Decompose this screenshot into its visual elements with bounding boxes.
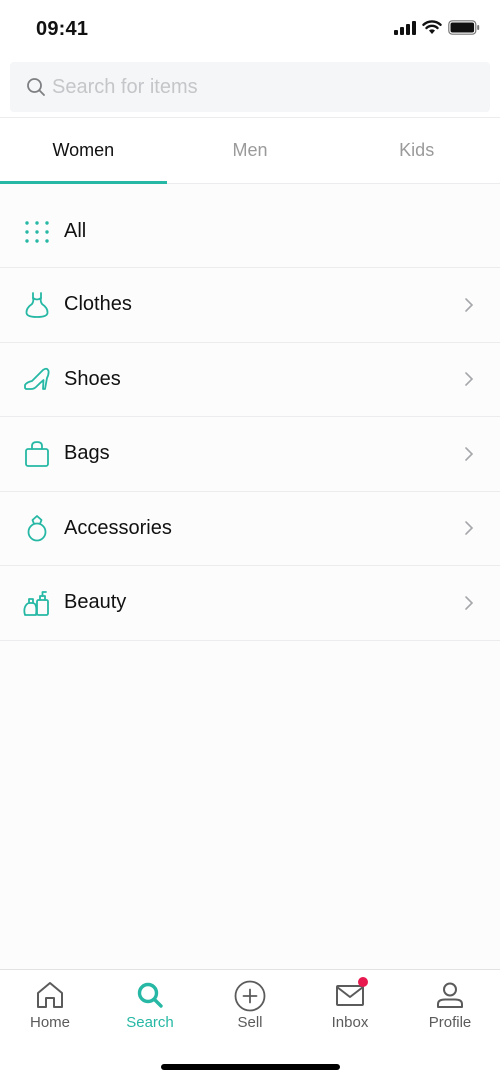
- category-all[interactable]: All: [0, 196, 500, 268]
- nav-profile[interactable]: Profile: [400, 970, 500, 1042]
- category-shoes[interactable]: Shoes: [0, 342, 500, 417]
- status-bar: 09:41: [0, 0, 500, 58]
- category-label: Shoes: [64, 367, 121, 390]
- nav-label: Sell: [237, 1014, 263, 1031]
- category-list: All Clothes Shoes Bags Accessories Beaut…: [0, 196, 500, 641]
- category-label: Bags: [64, 442, 110, 465]
- plus-circle-icon: [234, 980, 266, 1012]
- notification-badge: [358, 977, 368, 987]
- nav-home[interactable]: Home: [0, 970, 100, 1042]
- grid-dots-icon: [22, 217, 52, 247]
- category-label: All: [64, 220, 87, 242]
- battery-icon: [448, 20, 480, 35]
- perfume-icon: [22, 588, 52, 618]
- category-label: Clothes: [64, 293, 132, 316]
- tab-men[interactable]: Men: [167, 118, 334, 183]
- nav-sell[interactable]: Sell: [200, 970, 300, 1042]
- ring-icon: [22, 513, 52, 543]
- category-label: Beauty: [64, 591, 127, 614]
- chevron-right-icon: [465, 595, 474, 610]
- home-indicator: [161, 1064, 340, 1070]
- tab-women[interactable]: Women: [0, 118, 167, 184]
- user-icon: [437, 982, 463, 1008]
- bottom-nav: Home Search Sell Inbox Profile: [0, 969, 500, 1080]
- search-bar: [0, 58, 500, 118]
- category-bags[interactable]: Bags: [0, 417, 500, 492]
- gender-tabs: Women Men Kids: [0, 118, 500, 184]
- chevron-right-icon: [465, 521, 474, 536]
- category-clothes[interactable]: Clothes: [0, 268, 500, 343]
- search-input[interactable]: [52, 75, 452, 99]
- nav-inbox[interactable]: Inbox: [300, 970, 400, 1042]
- nav-label: Inbox: [331, 1014, 369, 1031]
- category-label: Accessories: [64, 516, 172, 539]
- nav-label: Search: [126, 1014, 174, 1031]
- chevron-right-icon: [465, 297, 474, 312]
- chevron-right-icon: [465, 446, 474, 461]
- chevron-right-icon: [465, 372, 474, 387]
- category-accessories[interactable]: Accessories: [0, 491, 500, 566]
- status-icons: [394, 20, 480, 35]
- category-beauty[interactable]: Beauty: [0, 566, 500, 641]
- bag-icon: [22, 439, 52, 469]
- tab-kids[interactable]: Kids: [333, 118, 500, 183]
- search-icon: [27, 78, 45, 96]
- dress-icon: [22, 290, 52, 320]
- search-box[interactable]: [10, 62, 490, 112]
- status-time: 09:41: [36, 18, 89, 40]
- nav-label: Home: [29, 1014, 70, 1031]
- wifi-icon: [422, 20, 442, 34]
- signal-icon: [394, 20, 416, 35]
- search-icon: [137, 982, 163, 1008]
- home-icon: [37, 982, 63, 1008]
- high-heel-icon: [22, 364, 52, 394]
- nav-label: Profile: [428, 1014, 472, 1031]
- nav-search[interactable]: Search: [100, 970, 200, 1042]
